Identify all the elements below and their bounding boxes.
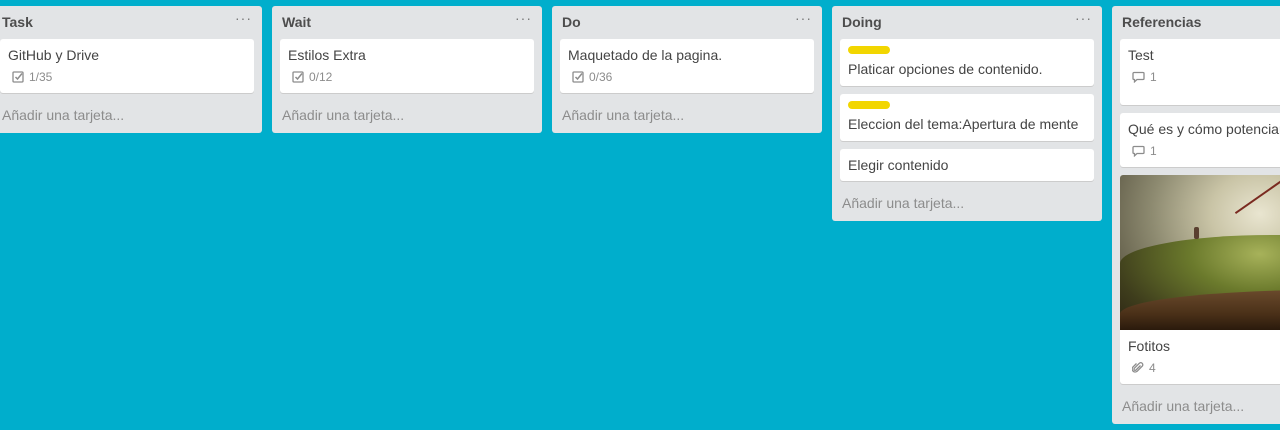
checklist-count: 1/35 [29,70,53,84]
card-title: Elegir contenido [848,157,949,173]
card[interactable]: Fotitos 4 [1120,175,1280,384]
card[interactable]: Qué es y cómo potenciar 1 [1120,113,1280,167]
list-wait: Wait ··· Estilos Extra 0/12 Añadir una t… [272,6,542,133]
card-title: Estilos Extra [288,47,366,63]
list-menu-icon[interactable]: ··· [1075,10,1092,26]
card-cover-image [1120,175,1280,330]
attachment-icon [1132,362,1144,373]
attachment-count: 4 [1149,361,1156,375]
comment-icon [1132,145,1145,157]
comment-icon [1132,71,1145,83]
checklist-count: 0/36 [589,70,613,84]
list-do: Do ··· Maquetado de la pagina. 0/36 Añad… [552,6,822,133]
cover-figure [1194,227,1199,239]
checklist-count: 0/12 [309,70,333,84]
list-referencias: Referencias Test 1 Qué es y cómo potenci… [1112,6,1280,424]
attachment-badge: 4 [1128,360,1280,376]
add-card-link[interactable]: Añadir una tarjeta... [552,101,822,133]
label-yellow[interactable] [848,46,890,54]
card-title: Eleccion del tema:Apertura de mente [848,116,1079,132]
card-title: Platicar opciones de contenido. [848,61,1043,77]
list-header[interactable]: Doing ··· [832,6,1102,36]
list-doing: Doing ··· Platicar opciones de contenido… [832,6,1102,221]
checklist-icon [292,71,304,83]
card-title: Test [1128,47,1154,63]
list-header[interactable]: Wait ··· [272,6,542,36]
comment-count: 1 [1150,70,1157,84]
checklist-badge: 0/36 [568,69,806,85]
list-title[interactable]: Referencias [1122,14,1201,30]
list-menu-icon[interactable]: ··· [235,10,252,26]
card-title: Qué es y cómo potenciar [1128,121,1280,137]
card-title: Fotitos [1128,338,1171,354]
list-menu-icon[interactable]: ··· [515,10,532,26]
card[interactable]: Maquetado de la pagina. 0/36 [560,39,814,93]
checklist-badge: 0/12 [288,69,526,85]
card[interactable]: GitHub y Drive 1/35 [0,39,254,93]
list-title[interactable]: Task [2,14,33,30]
checklist-badge: 1/35 [8,69,246,85]
card[interactable]: Eleccion del tema:Apertura de mente [840,94,1094,141]
add-card-link[interactable]: Añadir una tarjeta... [1112,392,1280,424]
label-yellow[interactable] [848,101,890,109]
add-card-link[interactable]: Añadir una tarjeta... [272,101,542,133]
list-task: Task ··· GitHub y Drive 1/35 Añadir una … [0,6,262,133]
checklist-icon [12,71,24,83]
list-menu-icon[interactable]: ··· [795,10,812,26]
list-title[interactable]: Do [562,14,581,30]
add-card-link[interactable]: Añadir una tarjeta... [0,101,262,133]
card[interactable]: Estilos Extra 0/12 [280,39,534,93]
cover-ribbon [1234,177,1280,215]
card[interactable]: Test 1 [1120,39,1280,105]
card-title: GitHub y Drive [8,47,100,63]
checklist-icon [572,71,584,83]
board: Task ··· GitHub y Drive 1/35 Añadir una … [0,0,1280,430]
card[interactable]: Platicar opciones de contenido. [840,39,1094,86]
list-header[interactable]: Do ··· [552,6,822,36]
list-title[interactable]: Doing [842,14,882,30]
list-header[interactable]: Referencias [1112,6,1280,36]
card[interactable]: Elegir contenido [840,149,1094,181]
card-title: Maquetado de la pagina. [568,47,723,63]
comment-badge: 1 [1128,69,1280,85]
add-card-link[interactable]: Añadir una tarjeta... [832,189,1102,221]
list-title[interactable]: Wait [282,14,311,30]
list-header[interactable]: Task ··· [0,6,262,36]
comment-badge: 1 [1128,143,1280,159]
comment-count: 1 [1150,144,1157,158]
